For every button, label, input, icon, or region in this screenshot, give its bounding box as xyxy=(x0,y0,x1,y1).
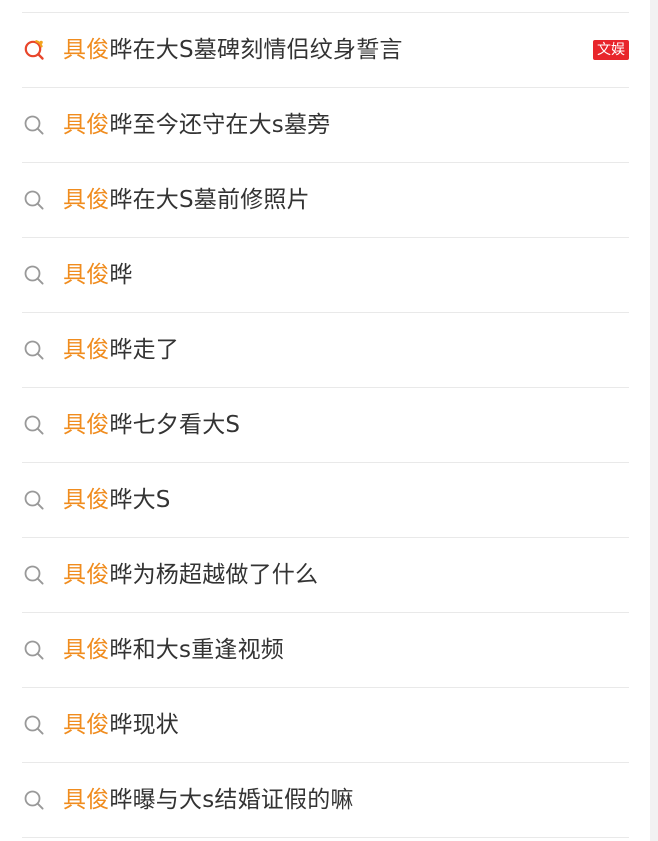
suggestion-rest: 晔大S xyxy=(109,487,171,513)
suggestion-item[interactable]: 具俊晔 xyxy=(22,238,629,313)
search-icon xyxy=(23,114,45,136)
suggestion-item[interactable]: 具俊晔曝与大s结婚证假的嘛 xyxy=(22,763,629,838)
suggestion-item[interactable]: 具俊晔至今还守在大s墓旁 xyxy=(22,88,629,163)
suggestion-rest: 晔为杨超越做了什么 xyxy=(109,562,319,588)
search-icon xyxy=(23,264,45,286)
suggestion-rest: 晔至今还守在大s墓旁 xyxy=(109,112,331,138)
suggestion-item[interactable]: 具俊晔和大s重逢视频 xyxy=(22,613,629,688)
suggestion-item[interactable]: 具俊晔在大S墓碑刻情侣纹身誓言 文娱 xyxy=(22,13,629,88)
suggestion-text: 具俊晔曝与大s结婚证假的嘛 xyxy=(63,785,354,815)
suggestion-text: 具俊晔在大S墓碑刻情侣纹身誓言 xyxy=(63,35,403,65)
suggestion-item[interactable]: 具俊晔为杨超越做了什么 xyxy=(22,538,629,613)
suggestion-highlight: 具俊 xyxy=(63,262,110,288)
category-badge: 文娱 xyxy=(593,40,629,60)
suggestion-highlight: 具俊 xyxy=(63,712,110,738)
search-icon xyxy=(23,714,45,736)
suggestion-item[interactable]: 具俊晔在大S墓前修照片 xyxy=(22,163,629,238)
suggestion-text: 具俊晔大S xyxy=(63,485,171,515)
search-icon xyxy=(23,414,45,436)
suggestion-highlight: 具俊 xyxy=(63,112,110,138)
suggestion-rest: 晔现状 xyxy=(109,712,180,738)
suggestion-item[interactable]: 具俊晔现状 xyxy=(22,688,629,763)
suggestion-rest: 晔 xyxy=(109,262,133,288)
trending-search-icon xyxy=(23,39,45,61)
suggestion-text: 具俊晔为杨超越做了什么 xyxy=(63,560,318,590)
suggestion-rest: 晔七夕看大S xyxy=(109,412,241,438)
search-icon xyxy=(23,339,45,361)
suggestion-rest: 晔在大S墓前修照片 xyxy=(109,187,310,213)
search-icon xyxy=(23,639,45,661)
scrollbar-track[interactable] xyxy=(650,0,658,841)
suggestion-rest: 晔曝与大s结婚证假的嘛 xyxy=(109,787,354,813)
suggestion-highlight: 具俊 xyxy=(63,787,110,813)
search-icon xyxy=(23,489,45,511)
suggestion-text: 具俊晔至今还守在大s墓旁 xyxy=(63,110,330,140)
suggestion-highlight: 具俊 xyxy=(63,187,110,213)
suggestion-text: 具俊晔 xyxy=(63,260,133,290)
suggestion-highlight: 具俊 xyxy=(63,412,110,438)
search-icon xyxy=(23,789,45,811)
suggestion-rest: 晔在大S墓碑刻情侣纹身誓言 xyxy=(109,37,403,63)
search-icon xyxy=(23,564,45,586)
suggestion-item[interactable]: 具俊晔七夕看大S xyxy=(22,388,629,463)
suggestion-highlight: 具俊 xyxy=(63,562,110,588)
suggestion-item[interactable]: 具俊晔大S xyxy=(22,463,629,538)
search-suggestion-list: 具俊晔在大S墓碑刻情侣纹身誓言 文娱 具俊晔至今还守在大s墓旁 具俊晔在大S墓前… xyxy=(22,0,629,838)
search-icon xyxy=(23,189,45,211)
suggestion-text: 具俊晔现状 xyxy=(63,710,179,740)
suggestion-text: 具俊晔七夕看大S xyxy=(63,410,240,440)
suggestion-highlight: 具俊 xyxy=(63,337,110,363)
suggestion-rest: 晔和大s重逢视频 xyxy=(109,637,284,663)
suggestion-item[interactable]: 具俊晔走了 xyxy=(22,313,629,388)
suggestion-highlight: 具俊 xyxy=(63,487,110,513)
suggestion-text: 具俊晔在大S墓前修照片 xyxy=(63,185,310,215)
suggestion-highlight: 具俊 xyxy=(63,37,110,63)
suggestion-text: 具俊晔和大s重逢视频 xyxy=(63,635,284,665)
suggestion-highlight: 具俊 xyxy=(63,637,110,663)
suggestion-rest: 晔走了 xyxy=(109,337,180,363)
suggestion-text: 具俊晔走了 xyxy=(63,335,179,365)
